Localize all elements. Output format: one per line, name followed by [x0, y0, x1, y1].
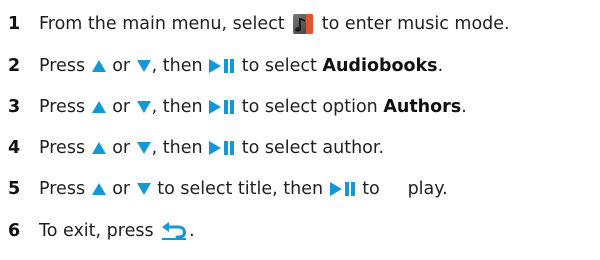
step-text: , then — [151, 56, 209, 76]
step-number: 1 — [8, 14, 21, 34]
step-5: 5 Press or to select title, then to play… — [8, 176, 448, 202]
up-arrow-icon — [91, 142, 106, 154]
play-pause-icon — [209, 100, 235, 114]
down-arrow-icon — [136, 142, 151, 154]
step-text: to select option — [236, 97, 384, 117]
play-pause-icon — [329, 182, 356, 196]
step-text: or — [106, 138, 136, 158]
down-arrow-icon — [136, 101, 151, 113]
step-text: , then — [151, 138, 209, 158]
step-text: Press — [39, 97, 91, 117]
step-text: Press — [39, 179, 91, 199]
step-text: to select author. — [236, 138, 385, 158]
back-icon — [161, 222, 187, 240]
step-4: 4 Press or , then to select author. — [8, 135, 384, 161]
step-3: 3 Press or , then to select option Autho… — [8, 94, 467, 120]
step-text: or — [106, 56, 136, 76]
down-arrow-icon — [136, 183, 151, 195]
step-text: . — [461, 97, 467, 117]
step-text: From the main menu, select — [39, 14, 291, 34]
step-text: Press — [39, 56, 91, 76]
menu-option-audiobooks: Audiobooks — [322, 56, 438, 76]
step-number: 3 — [8, 97, 21, 117]
step-text: . — [437, 56, 444, 76]
down-arrow-icon — [136, 60, 151, 72]
step-number: 2 — [8, 56, 21, 76]
play-pause-icon — [209, 141, 235, 155]
instruction-steps: 1 From the main menu, select to enter mu… — [0, 0, 600, 260]
step-text: To exit, press — [39, 221, 160, 241]
step-text: or — [106, 179, 136, 199]
music-mode-icon — [290, 14, 316, 34]
step-text: . — [189, 221, 195, 241]
step-text: Press — [39, 138, 91, 158]
up-arrow-icon — [91, 60, 106, 72]
step-number: 6 — [8, 221, 21, 241]
step-text: to play. — [356, 179, 448, 199]
step-1: 1 From the main menu, select to enter mu… — [8, 11, 510, 37]
step-text: to select title, then — [151, 179, 329, 199]
up-arrow-icon — [91, 183, 106, 195]
up-arrow-icon — [91, 101, 106, 113]
step-number: 5 — [8, 179, 21, 199]
step-number: 4 — [8, 138, 21, 158]
menu-option-authors: Authors — [383, 97, 462, 117]
step-text: to enter music mode. — [316, 14, 510, 34]
step-text: , then — [151, 97, 209, 117]
step-text: or — [106, 97, 136, 117]
step-6: 6 To exit, press . — [8, 218, 195, 244]
step-text: to select — [236, 56, 323, 76]
step-2: 2 Press or , then to select Audiobooks . — [8, 53, 443, 79]
play-pause-icon — [209, 59, 235, 73]
